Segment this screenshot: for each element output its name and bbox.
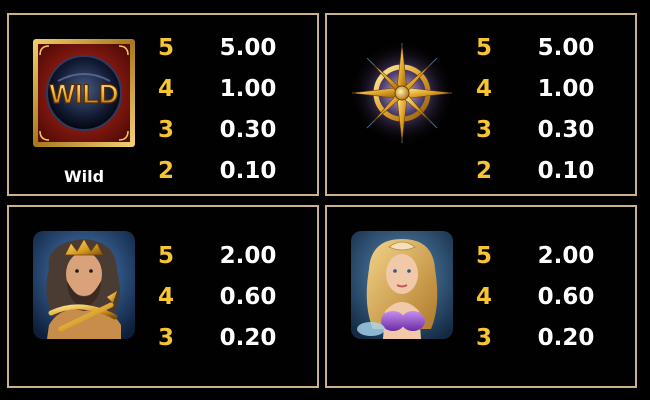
payout-row: 2 0.10	[154, 155, 304, 188]
match-count: 4	[475, 284, 492, 310]
match-count: 5	[157, 35, 174, 61]
match-count: 3	[157, 325, 174, 351]
payout-row: 4 0.60	[472, 281, 622, 314]
payout-list: 5 5.00 4 1.00 3 0.30 2 0.10	[154, 32, 304, 196]
payout-value: 0.60	[219, 284, 277, 310]
paytable-panel-sea-king: 5 2.00 4 0.60 3 0.20	[7, 205, 319, 388]
payout-row: 3 0.20	[154, 322, 304, 355]
match-count: 2	[475, 158, 492, 184]
mermaid-symbol-icon	[349, 229, 455, 341]
payout-row: 5 2.00	[154, 240, 304, 273]
payout-list: 5 2.00 4 0.60 3 0.20	[154, 240, 304, 363]
match-count: 4	[157, 76, 174, 102]
wild-symbol-icon: WILD	[31, 37, 137, 149]
match-count: 5	[475, 243, 492, 269]
payout-list: 5 2.00 4 0.60 3 0.20	[472, 240, 622, 363]
payout-row: 3 0.20	[472, 322, 622, 355]
payout-row: 5 2.00	[472, 240, 622, 273]
payout-value: 1.00	[537, 76, 595, 102]
payout-value: 0.10	[537, 158, 595, 184]
payout-value: 0.60	[537, 284, 595, 310]
payout-row: 5 5.00	[154, 32, 304, 65]
payout-value: 5.00	[219, 35, 277, 61]
payout-value: 0.30	[537, 117, 595, 143]
paytable-panel-compass: 5 5.00 4 1.00 3 0.30 2 0.10	[325, 13, 637, 196]
match-count: 5	[157, 243, 174, 269]
payout-value: 0.10	[219, 158, 277, 184]
match-count: 3	[157, 117, 174, 143]
wild-caption: Wild	[63, 167, 105, 186]
payout-value: 2.00	[537, 243, 595, 269]
payout-value: 2.00	[219, 243, 277, 269]
paytable-panel-wild: WILD Wild 5 5.00 4 1.00 3 0.30 2 0.10	[7, 13, 319, 196]
payout-value: 0.20	[537, 325, 595, 351]
payout-value: 0.20	[219, 325, 277, 351]
match-count: 4	[475, 76, 492, 102]
payout-row: 3 0.30	[154, 114, 304, 147]
compass-symbol-icon	[349, 37, 455, 149]
payout-row: 4 1.00	[472, 73, 622, 106]
payout-value: 5.00	[537, 35, 595, 61]
match-count: 3	[475, 117, 492, 143]
match-count: 4	[157, 284, 174, 310]
sea-king-symbol-icon	[31, 229, 137, 341]
payout-list: 5 5.00 4 1.00 3 0.30 2 0.10	[472, 32, 622, 196]
paytable-panel-mermaid: 5 2.00 4 0.60 3 0.20	[325, 205, 637, 388]
match-count: 5	[475, 35, 492, 61]
payout-row: 5 5.00	[472, 32, 622, 65]
wild-logo-text: WILD	[50, 79, 119, 109]
match-count: 3	[475, 325, 492, 351]
payout-value: 0.30	[219, 117, 277, 143]
payout-row: 4 0.60	[154, 281, 304, 314]
payout-row: 4 1.00	[154, 73, 304, 106]
payout-row: 2 0.10	[472, 155, 622, 188]
match-count: 2	[157, 158, 174, 184]
payout-value: 1.00	[219, 76, 277, 102]
payout-row: 3 0.30	[472, 114, 622, 147]
